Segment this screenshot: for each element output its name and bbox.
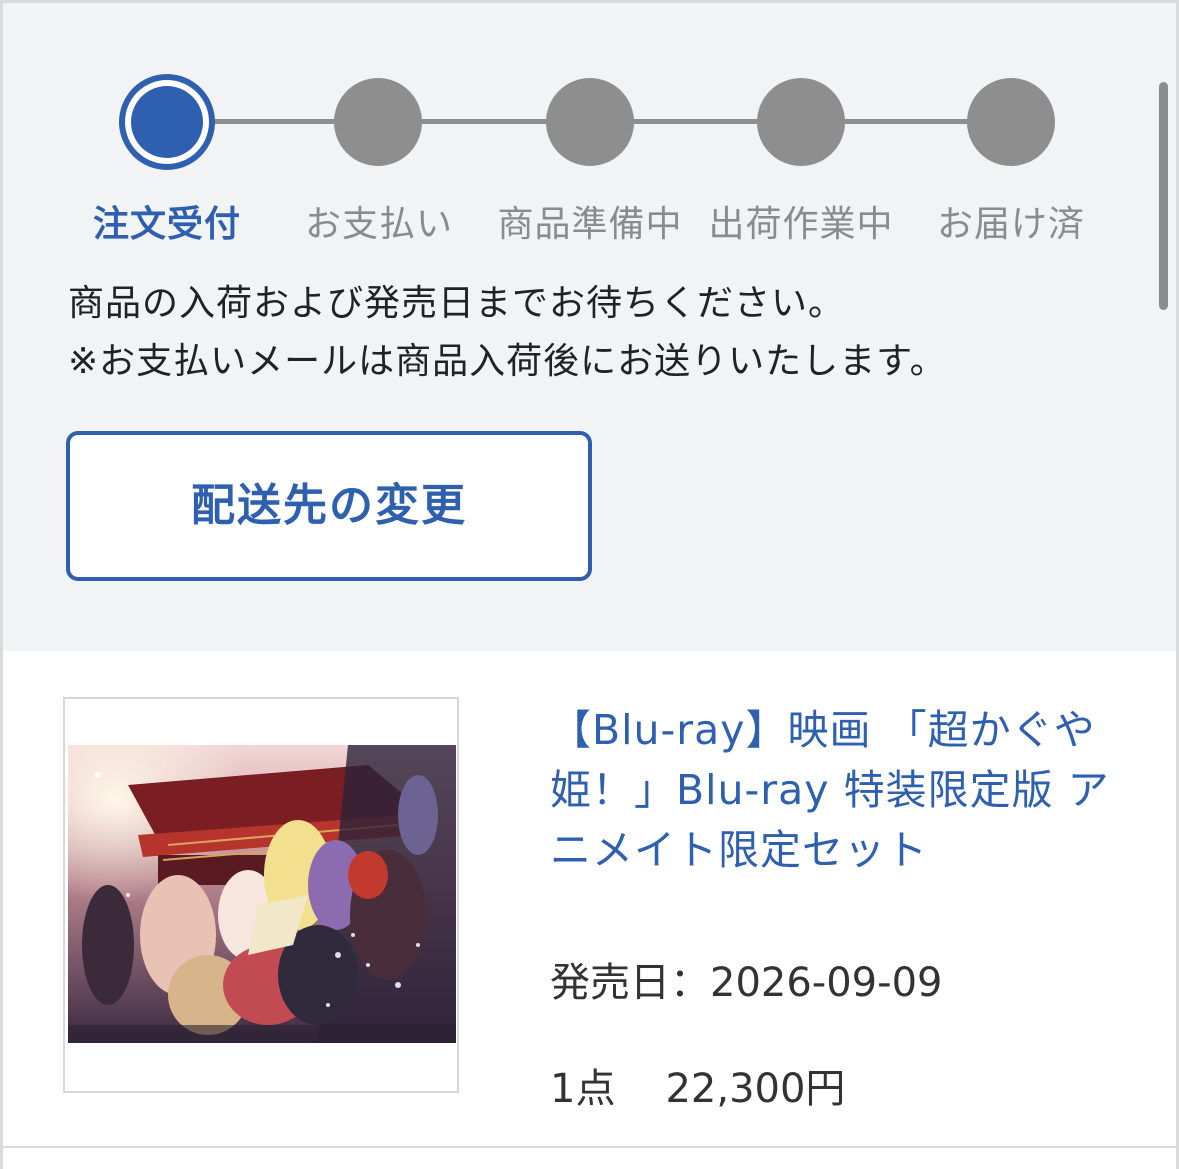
- step-dot-order-received: [119, 74, 215, 170]
- product-image: [68, 745, 456, 1043]
- release-date-value: 2026-09-09: [710, 960, 943, 1006]
- step-dot-preparing: [546, 78, 634, 166]
- step-label-preparing: 商品準備中: [497, 204, 683, 245]
- release-label: 発売日：: [550, 960, 710, 1006]
- step-label-payment: お支払い: [304, 204, 453, 245]
- progress-line-3: [627, 119, 767, 124]
- step-label-delivered: お届け済: [936, 204, 1085, 245]
- step-label-order-received: 注文受付: [92, 204, 241, 245]
- price: 22,300円: [665, 1066, 846, 1112]
- step-label-shipping: 出荷作業中: [708, 204, 894, 245]
- quantity: 1点: [550, 1066, 616, 1112]
- quantity-price: 1点 22,300円: [550, 1056, 845, 1114]
- progress-line-2: [415, 119, 555, 124]
- status-message-line-1: 商品の入荷および発売日までお待ちください。: [68, 283, 846, 324]
- release-date: 発売日：2026-09-09: [550, 950, 942, 1008]
- change-address-button[interactable]: 配送先の変更: [66, 431, 592, 581]
- step-dot-shipping: [757, 78, 845, 166]
- product-thumbnail[interactable]: [63, 697, 459, 1093]
- divider: [3, 1146, 1176, 1148]
- order-status-panel: 注文受付 お支払い 商品準備中 出荷作業中 お届け済 商品の入荷および発売日まで…: [3, 3, 1176, 651]
- step-dot-delivered: [967, 78, 1055, 166]
- progress-line-4: [839, 119, 979, 124]
- product-title-link[interactable]: 【Blu-ray】映画 「超かぐや姫！」Blu-ray 特装限定版 アニメイト限…: [550, 700, 1110, 880]
- step-dot-payment: [334, 78, 422, 166]
- scrollbar-thumb[interactable]: [1159, 82, 1168, 310]
- status-message-line-2: ※お支払いメールは商品入荷後にお送りいたします。: [68, 341, 947, 382]
- progress-line-1: [209, 119, 349, 124]
